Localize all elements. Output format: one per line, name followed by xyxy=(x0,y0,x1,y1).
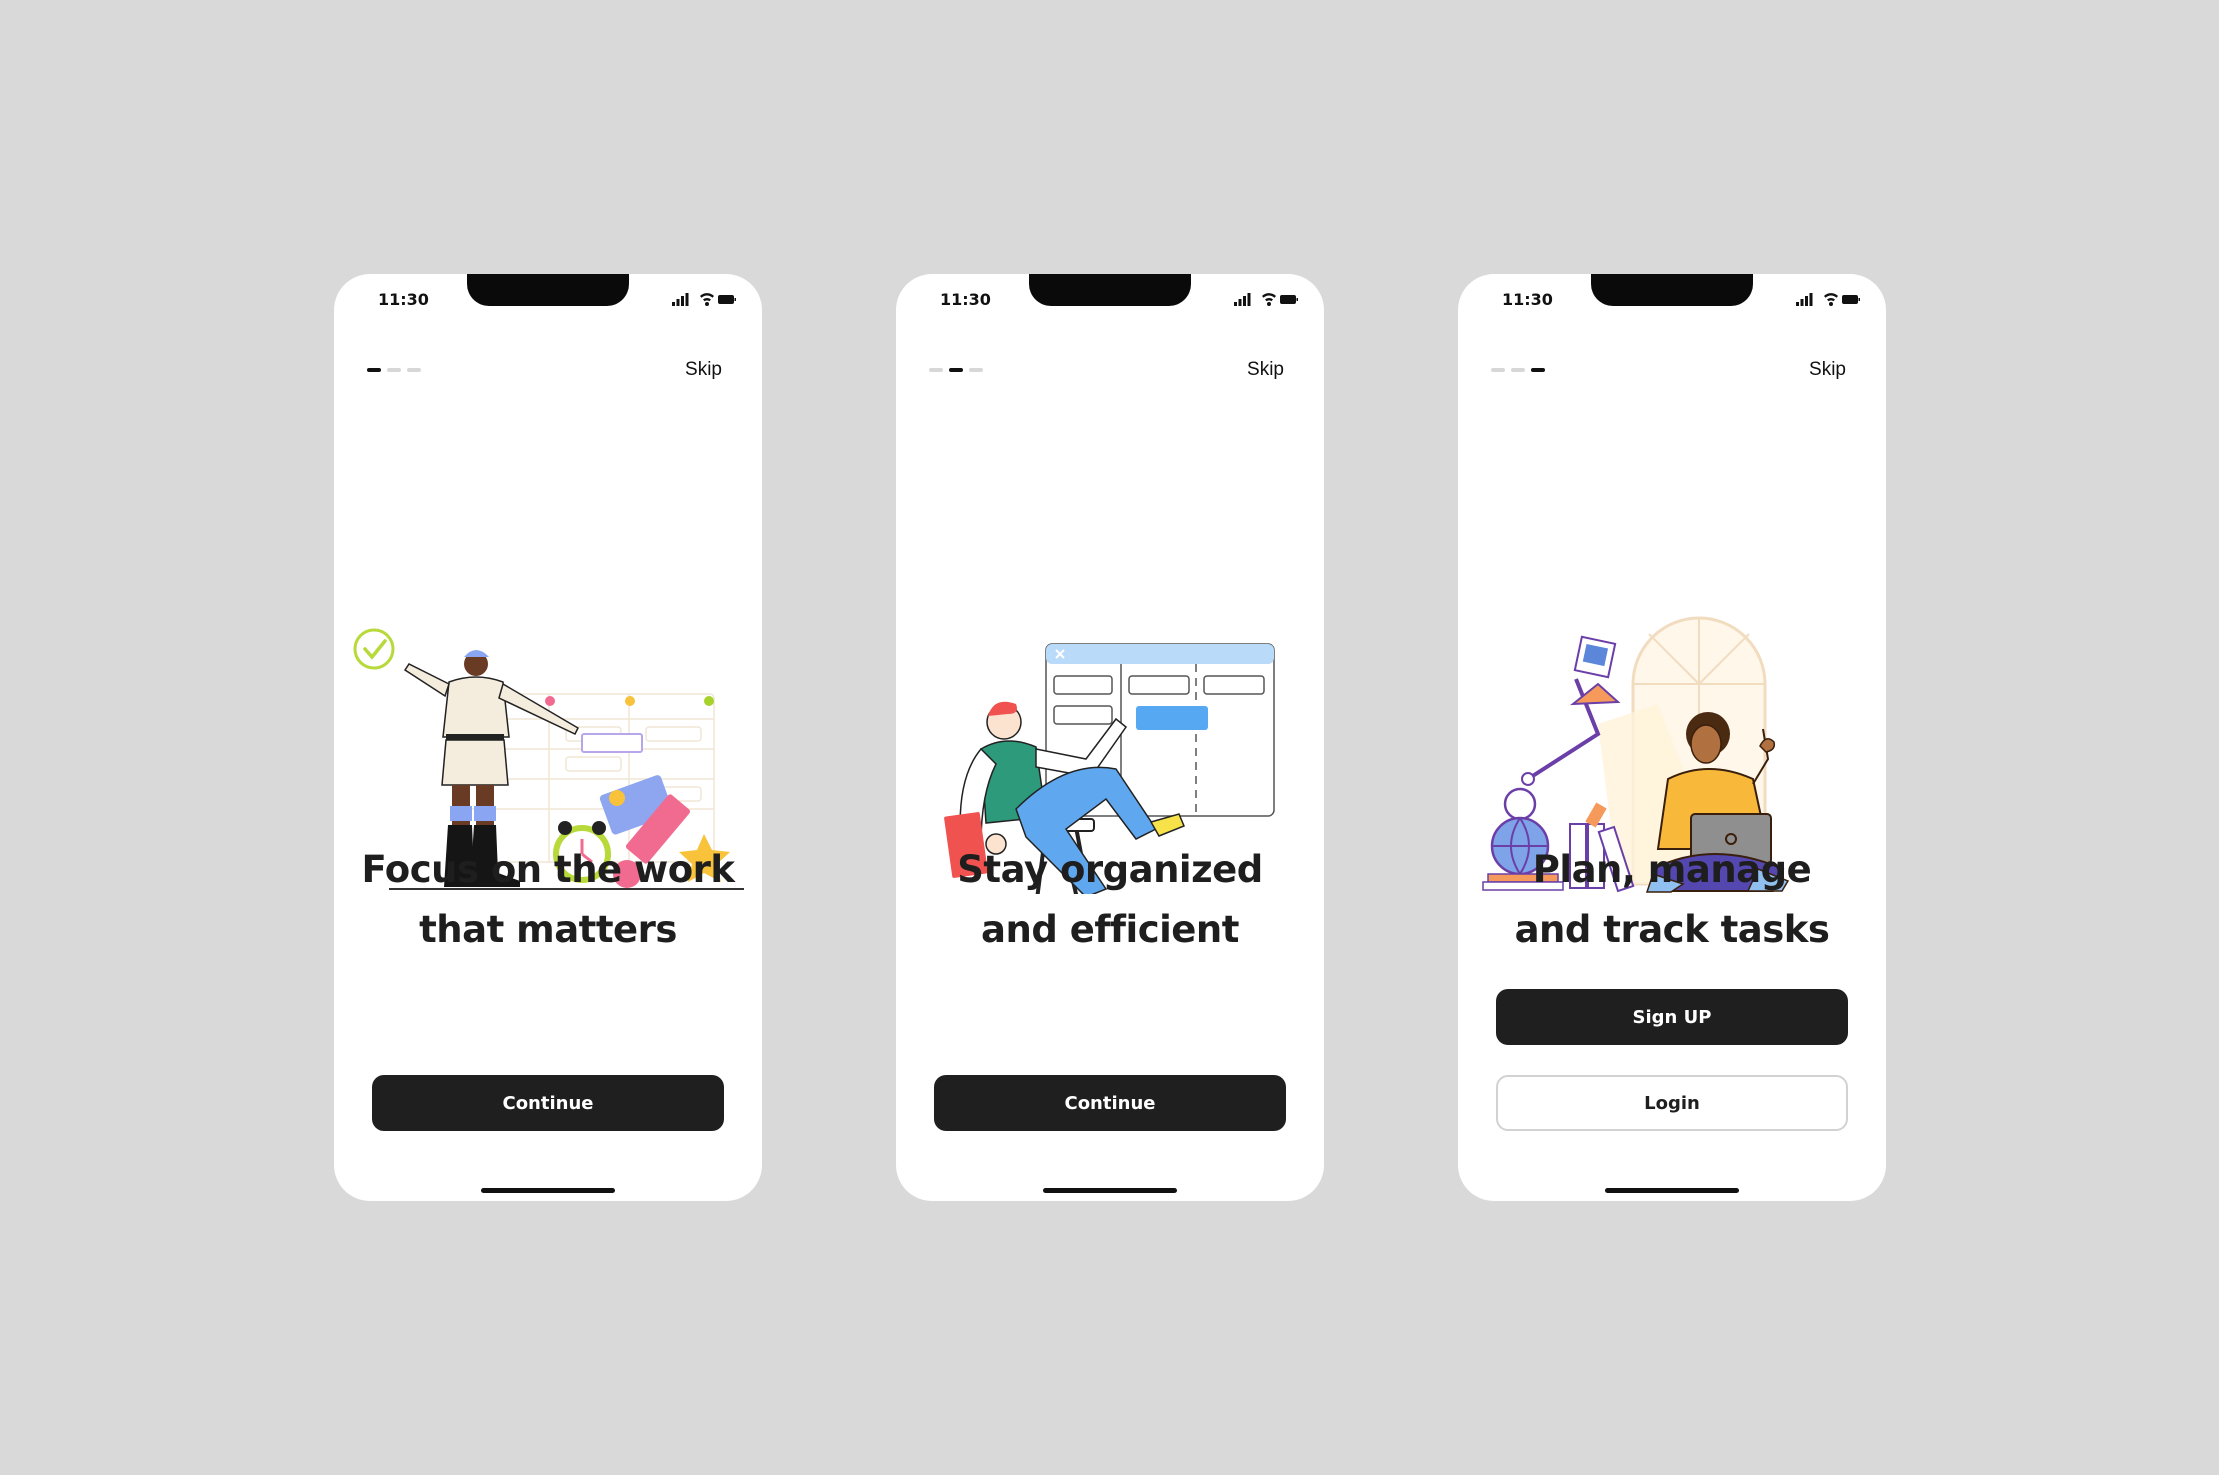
battery-icon xyxy=(718,295,736,304)
notch xyxy=(1591,274,1753,306)
signal-icon xyxy=(672,293,689,306)
wifi-icon xyxy=(1824,293,1838,306)
page-dot-2 xyxy=(949,368,963,372)
onboarding-screen-1: 11:30 Skip Focus on the work that matter… xyxy=(334,274,762,1201)
skip-button[interactable]: Skip xyxy=(1247,359,1284,381)
status-time: 11:30 xyxy=(378,290,429,309)
skip-button[interactable]: Skip xyxy=(1809,359,1846,381)
onboarding-screen-3: 11:30 Skip Plan, manage and track tasks … xyxy=(1458,274,1886,1201)
home-indicator xyxy=(1043,1188,1177,1193)
title-line-1: Focus on the work xyxy=(361,848,735,891)
organized-illustration xyxy=(944,643,1275,894)
page-dot-2 xyxy=(387,368,401,372)
home-indicator xyxy=(481,1188,615,1193)
status-icons xyxy=(1234,293,1298,306)
page-dot-1 xyxy=(367,368,381,372)
page-dot-1 xyxy=(929,368,943,372)
title-line-2: and efficient xyxy=(981,908,1239,951)
page-dot-2 xyxy=(1511,368,1525,372)
continue-button[interactable]: Continue xyxy=(372,1075,724,1131)
onboarding-title: Stay organized and efficient xyxy=(896,840,1324,960)
battery-icon xyxy=(1842,295,1860,304)
page-dot-3 xyxy=(407,368,421,372)
onboarding-screen-2: 11:30 Skip Stay organized and efficient … xyxy=(896,274,1324,1201)
title-line-1: Plan, manage xyxy=(1532,848,1812,891)
status-time: 11:30 xyxy=(940,290,991,309)
page-dot-3 xyxy=(1531,368,1545,372)
plan-manage-illustration xyxy=(1482,616,1790,893)
onboarding-title: Focus on the work that matters xyxy=(334,840,762,960)
signal-icon xyxy=(1796,293,1813,306)
wifi-icon xyxy=(700,293,714,306)
sign-up-button[interactable]: Sign UP xyxy=(1496,989,1848,1045)
home-indicator xyxy=(1605,1188,1739,1193)
login-button[interactable]: Login xyxy=(1496,1075,1848,1131)
wifi-icon xyxy=(1262,293,1276,306)
skip-button[interactable]: Skip xyxy=(685,359,722,381)
onboarding-title: Plan, manage and track tasks xyxy=(1458,840,1886,960)
signal-icon xyxy=(1234,293,1251,306)
focus-work-illustration xyxy=(353,628,744,890)
page-dot-1 xyxy=(1491,368,1505,372)
title-line-2: and track tasks xyxy=(1514,908,1830,951)
continue-button[interactable]: Continue xyxy=(934,1075,1286,1131)
page-dot-3 xyxy=(969,368,983,372)
status-icons xyxy=(1796,293,1860,306)
title-line-1: Stay organized xyxy=(957,848,1263,891)
status-time: 11:30 xyxy=(1502,290,1553,309)
status-icons xyxy=(672,293,736,306)
notch xyxy=(1029,274,1191,306)
notch xyxy=(467,274,629,306)
title-line-2: that matters xyxy=(419,908,677,951)
battery-icon xyxy=(1280,295,1298,304)
